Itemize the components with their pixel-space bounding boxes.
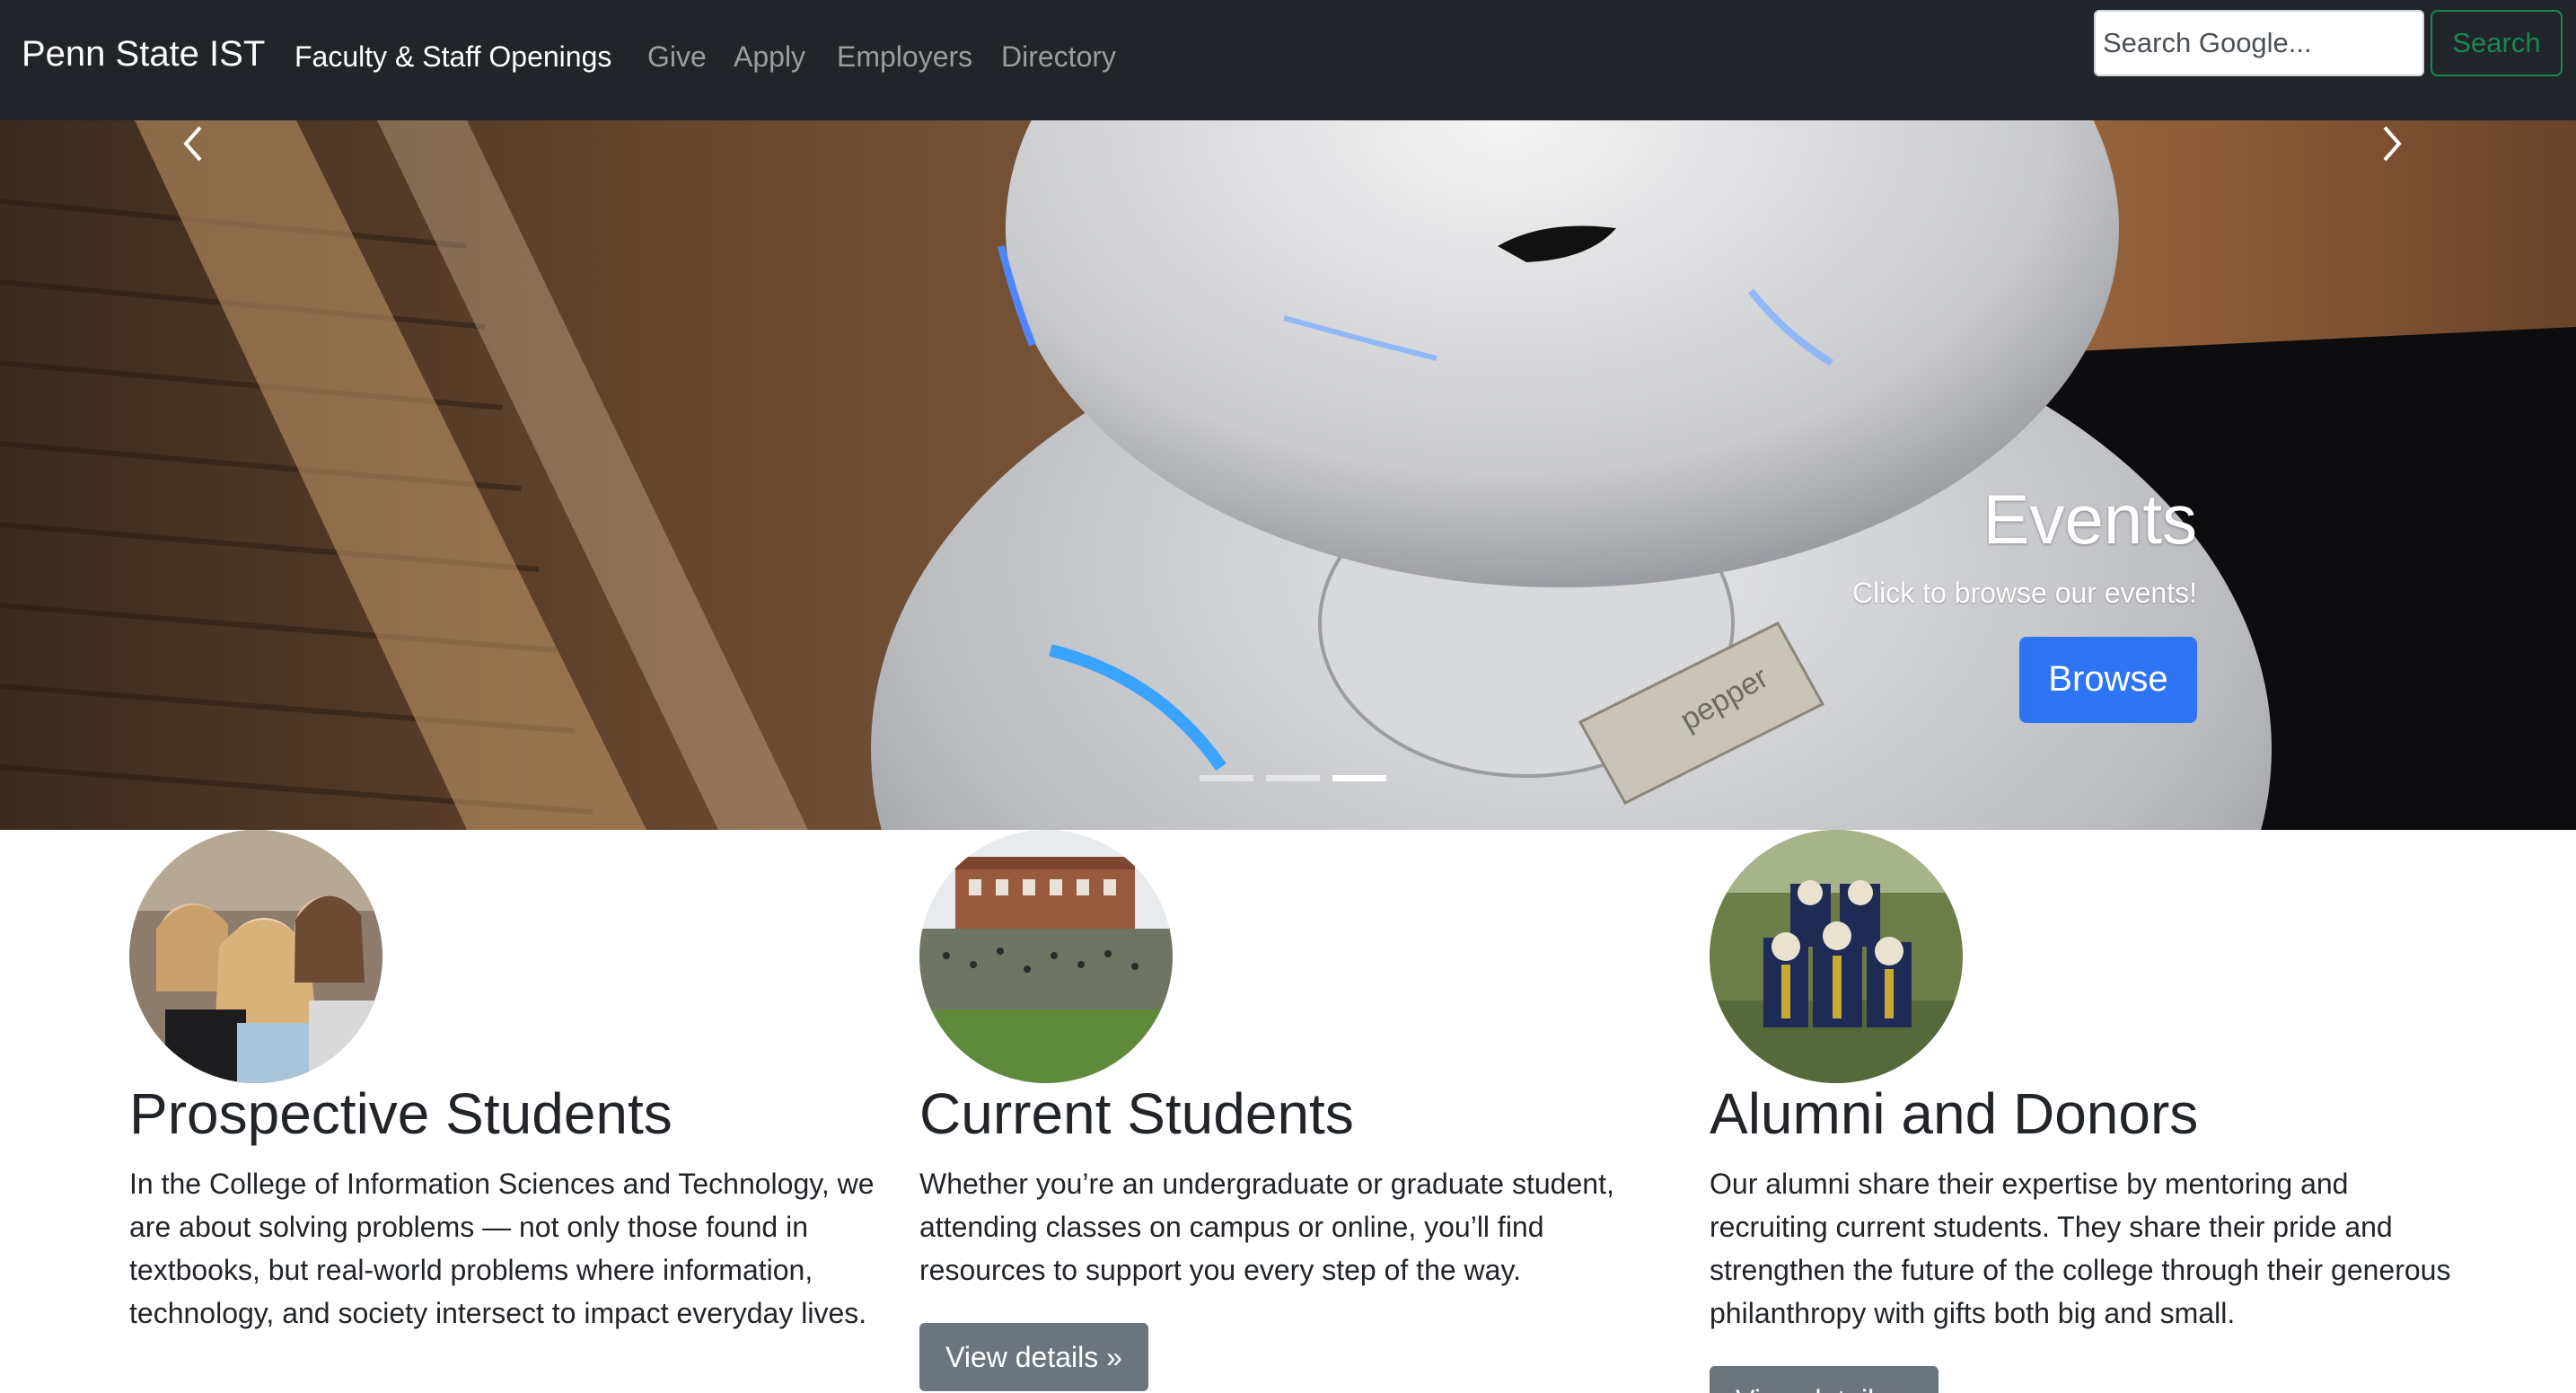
current-students-photo bbox=[919, 830, 1173, 1083]
column-text: In the College of Information Sciences a… bbox=[129, 1168, 875, 1329]
column-text: Whether you’re an undergraduate or gradu… bbox=[919, 1168, 1614, 1286]
view-details-button[interactable]: View details » bbox=[919, 1323, 1148, 1391]
search-input[interactable] bbox=[2094, 10, 2424, 76]
chevron-right-icon bbox=[2383, 126, 2402, 162]
prospective-students-photo bbox=[129, 830, 382, 1083]
nav-link-give[interactable]: Give bbox=[647, 40, 707, 74]
carousel-indicator[interactable] bbox=[1200, 775, 1253, 781]
browse-button[interactable]: Browse bbox=[2019, 636, 2197, 723]
nav-link-apply[interactable]: Apply bbox=[734, 40, 805, 74]
carousel-next-button[interactable] bbox=[2329, 120, 2455, 264]
column-title: Alumni and Donors bbox=[1710, 1081, 2199, 1146]
brand-link[interactable]: Penn State IST bbox=[22, 34, 265, 75]
robot-slide-image: pepper bbox=[0, 120, 2576, 830]
caption-title: Events bbox=[1983, 480, 2197, 559]
view-details-button[interactable]: View details » bbox=[1710, 1366, 1939, 1393]
top-navbar: Penn State IST Faculty & Staff Openings … bbox=[0, 0, 2576, 120]
alumni-donors-photo bbox=[1710, 830, 1963, 1083]
column-title: Prospective Students bbox=[129, 1081, 673, 1146]
carousel-indicator[interactable] bbox=[1266, 775, 1320, 781]
nav-link-faculty-staff-openings[interactable]: Faculty & Staff Openings bbox=[295, 40, 611, 74]
hero-carousel: pepper Events Click to browse our events… bbox=[0, 120, 2576, 830]
nav-link-directory[interactable]: Directory bbox=[1001, 40, 1116, 74]
carousel-caption: Events Click to browse our events! Brows… bbox=[1852, 480, 2197, 723]
carousel-indicator-active[interactable] bbox=[1332, 775, 1386, 781]
caption-text: Click to browse our events! bbox=[1851, 576, 2197, 609]
nav-link-employers[interactable]: Employers bbox=[837, 40, 972, 74]
search-button[interactable]: Search bbox=[2431, 10, 2563, 76]
column-text: Our alumni share their expertise by ment… bbox=[1710, 1168, 2451, 1329]
column-title: Current Students bbox=[919, 1081, 1354, 1146]
chevron-left-icon bbox=[183, 126, 202, 162]
carousel-prev-button[interactable] bbox=[130, 120, 256, 264]
